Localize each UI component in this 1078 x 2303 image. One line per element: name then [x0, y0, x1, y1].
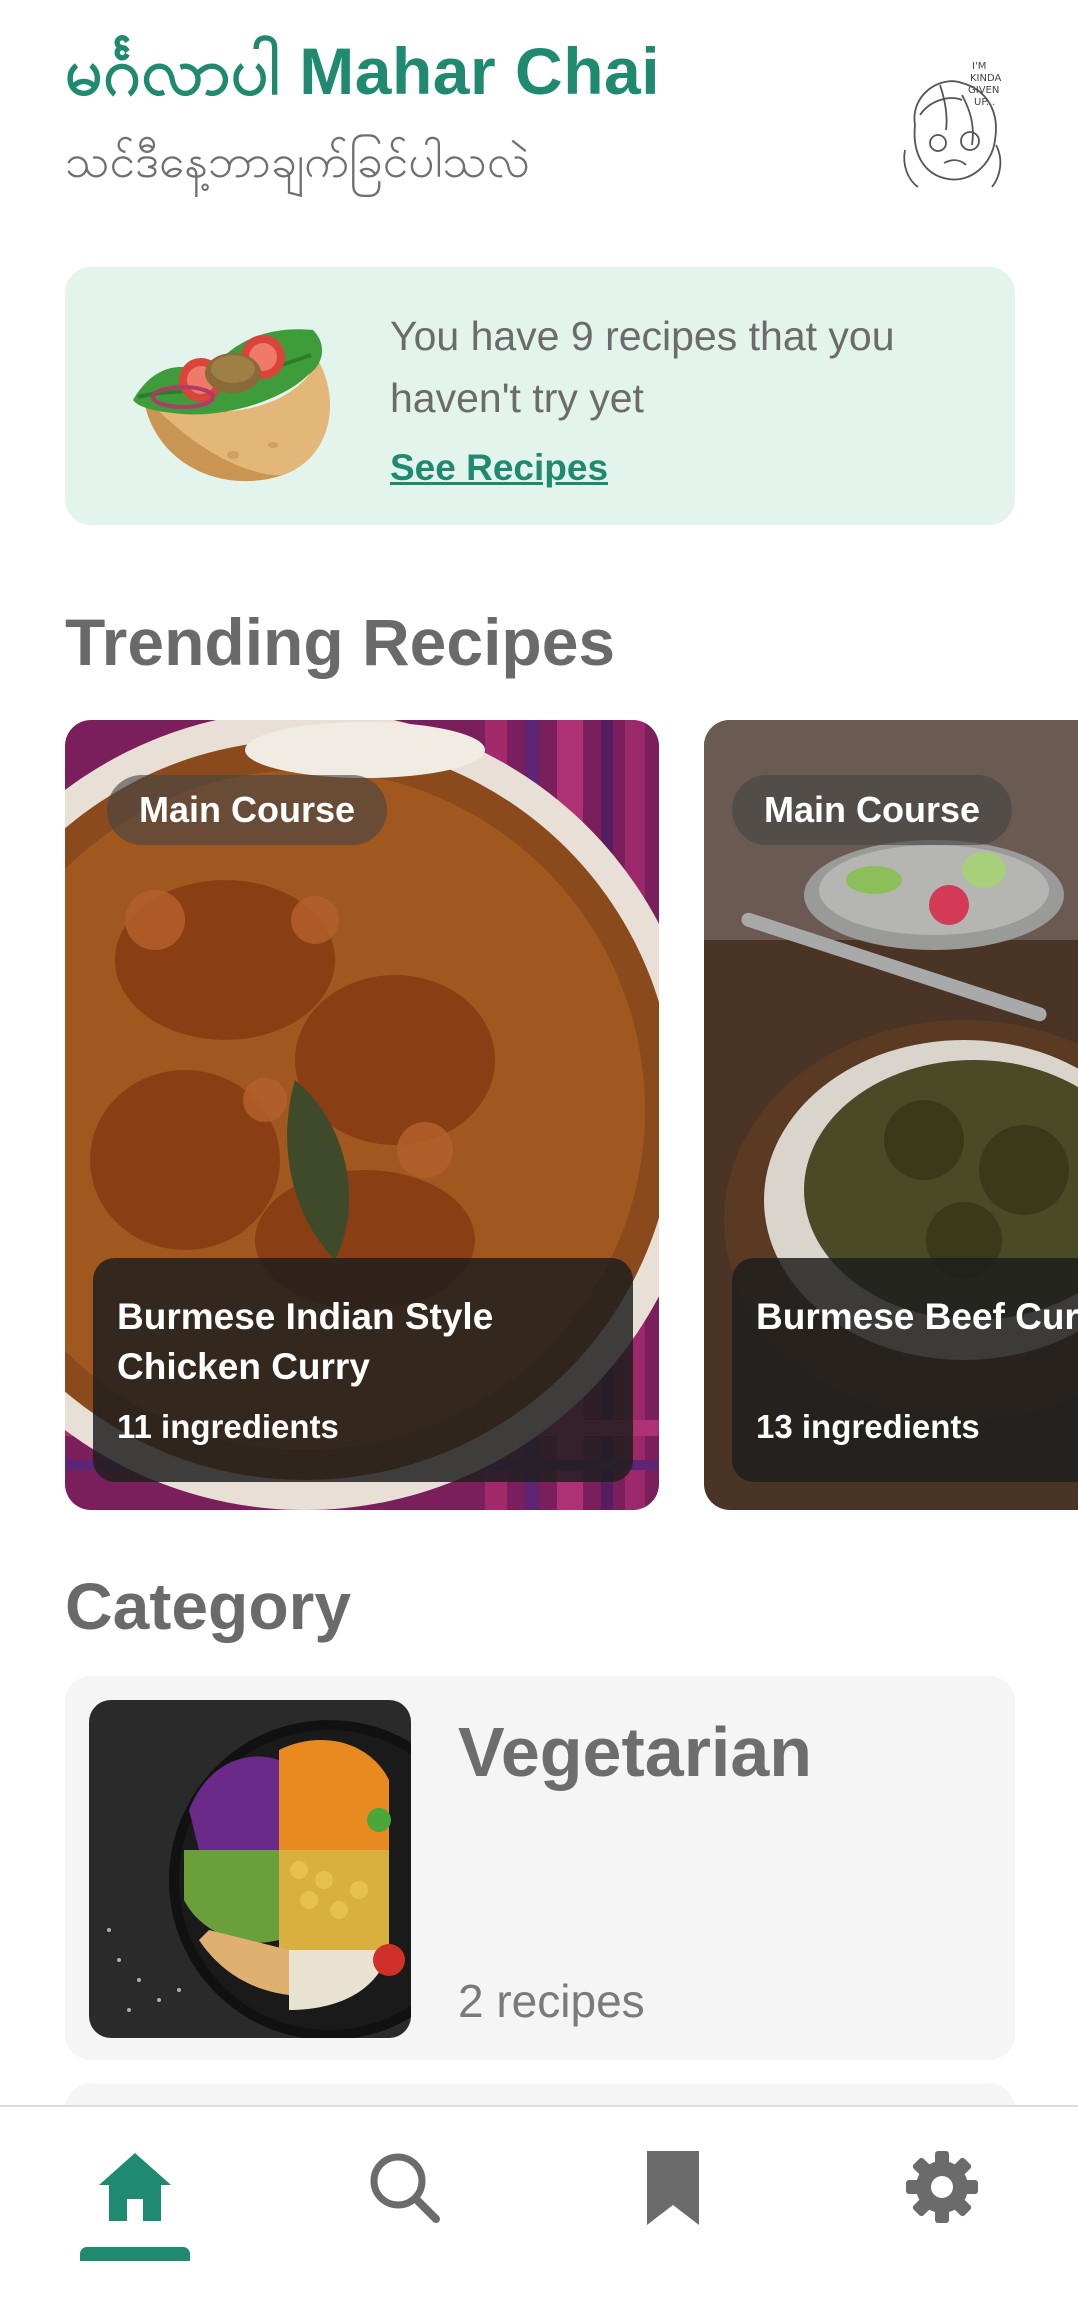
see-recipes-link[interactable]: See Recipes — [390, 447, 608, 489]
svg-text:I'M: I'M — [972, 61, 986, 72]
nav-search[interactable] — [269, 2107, 538, 2303]
recipe-tag: Main Course — [107, 775, 388, 845]
category-recipe-count: 2 recipes — [458, 1975, 645, 2027]
recipe-ingredient-count: 13 ingredients — [756, 1408, 980, 1445]
bookmark-icon — [647, 2151, 699, 2225]
nav-home[interactable] — [0, 2107, 269, 2303]
app-title: မင်္ဂလာပါ Mahar Chai — [65, 34, 661, 108]
recipe-card[interactable]: Main Course Burmese Beef Curry 13 ingred… — [704, 720, 1078, 1510]
recipe-ingredient-count: 11 ingredients — [117, 1408, 339, 1445]
bottom-navigation — [0, 2105, 1078, 2303]
home-icon — [99, 2153, 171, 2221]
category-card[interactable]: Vegetarian 2 recipes — [65, 1676, 1015, 2060]
trending-section-title: Trending Recipes — [65, 605, 616, 679]
recipe-info: Burmese Beef Curry 13 ingredients — [732, 1258, 1078, 1482]
untried-recipes-message: You have 9 recipes that you haven't try … — [390, 313, 895, 421]
recipe-name: Burmese Indian Style Chicken Curry — [117, 1296, 494, 1387]
nav-bookmarks[interactable] — [538, 2107, 807, 2303]
untried-recipes-banner: You have 9 recipes that you haven't try … — [65, 267, 1015, 525]
category-name: Vegetarian — [458, 1713, 813, 1791]
recipe-card[interactable]: Main Course Burmese Indian Style Chicken… — [65, 720, 659, 1510]
recipe-info: Burmese Indian Style Chicken Curry 11 in… — [93, 1258, 633, 1482]
category-section-title: Category — [65, 1569, 352, 1643]
search-icon — [370, 2153, 440, 2223]
gear-icon — [906, 2151, 978, 2223]
svg-text:KINDA: KINDA — [970, 73, 1002, 84]
active-tab-indicator — [80, 2247, 190, 2261]
svg-text:GIVEN: GIVEN — [968, 85, 999, 96]
taco-icon — [113, 305, 343, 495]
recipe-name: Burmese Beef Curry — [756, 1296, 1078, 1337]
recipe-tag: Main Course — [732, 775, 1013, 845]
category-image — [89, 1700, 411, 2038]
nav-settings[interactable] — [807, 2107, 1076, 2303]
avatar[interactable]: I'M KINDA GIVEN UP... — [900, 55, 1018, 195]
svg-text:UP...: UP... — [974, 97, 995, 108]
app-subtitle: သင်ဒီနေ့ဘာချက်ခြင်ပါသလဲ — [65, 135, 531, 187]
